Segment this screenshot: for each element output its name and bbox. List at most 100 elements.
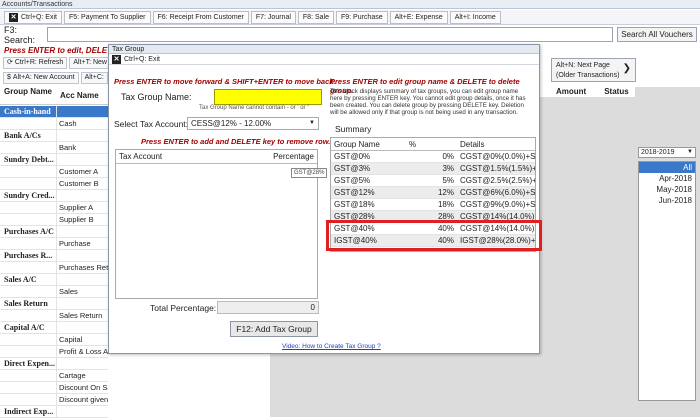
select-tax-account-dropdown[interactable]: CESS@12% - 12.00% ▼ [187,117,319,130]
summary-row[interactable]: GST@3% 3% CGST@1.5%(1.5%)+ [331,163,535,175]
ledger-account-cell: Customer B [56,178,108,189]
search-row: F3: Search: Search All Vouchers [0,25,700,45]
sale-button[interactable]: F8: Sale [297,10,334,24]
ledger-row[interactable]: Sundry Cred... [0,190,108,202]
ledger-row[interactable]: Purchases R... [0,250,108,262]
window-title: Accounts/Transactions [0,0,700,9]
ledger-account-cell [56,226,108,237]
chevron-down-icon: ▼ [309,120,315,126]
ledger-row[interactable]: Capital [0,334,108,346]
ledger-row[interactable]: Purchase [0,238,108,250]
ledger-row[interactable]: Purchases A/C [0,226,108,238]
new-account-button[interactable]: $ Alt+A: New Account [3,72,79,84]
ledger-group-cell [0,166,56,177]
ledger-group-cell: Cash-in-hand [4,107,51,116]
expense-button[interactable]: Alt+E: Expense [389,10,448,24]
year-select[interactable]: 2018-2019 ▼ [638,147,696,158]
ledger-row[interactable]: Purchases Return [0,262,108,274]
status-header: Status [604,87,629,96]
ledger-group-cell [0,334,56,345]
ledger-group-cell [0,370,56,381]
ledger-row[interactable]: Supplier A [0,202,108,214]
purchase-button[interactable]: F9: Purchase [335,10,388,24]
ledger-row[interactable]: Cash [0,118,108,130]
ledger-row[interactable]: Cash-in-hand [0,106,108,118]
account-name-header: Acc Name [60,91,99,100]
ledger-row[interactable]: Bank A/Cs [0,130,108,142]
dialog-title: Tax Group [109,45,539,54]
income-button[interactable]: Alt+I: Income [449,10,501,24]
ledger-row[interactable]: Discount given [0,394,108,406]
summary-details-cell: CGST@9%(9.0%)+S [460,200,535,209]
add-tax-group-button[interactable]: F12: Add Tax Group [230,321,318,337]
refresh-button[interactable]: ⟳ Ctrl+R: Refresh [3,57,68,69]
ledger-row[interactable]: Sales A/C [0,274,108,286]
tax-account-grid[interactable]: Tax Account Percentage [115,149,318,299]
ledger-row[interactable]: Bank [0,142,108,154]
ledger-group-cell [0,394,56,405]
ledger-account-cell: Supplier A [56,202,108,213]
summary-details-cell: CGST@2.5%(2.5%)+ [460,176,535,185]
ledger-group-cell [0,310,56,321]
ledger-row[interactable]: Customer B [0,178,108,190]
ledger-row[interactable]: Customer A [0,166,108,178]
ledger-row[interactable]: Profit & Loss A/c [0,346,108,358]
ledger-row[interactable]: Supplier B [0,214,108,226]
summary-name-cell: GST@0% [334,152,371,161]
ledger-row[interactable]: Direct Expen... [0,358,108,370]
ledger-account-cell [56,154,108,165]
month-item[interactable]: All [639,162,695,173]
ledger-account-cell: Cartage [56,370,108,381]
alt-c-button[interactable]: Alt+C: [80,72,108,84]
summary-details-cell: CGST@6%(6.0%)+S [460,188,535,197]
ledger-account-cell [56,358,108,369]
ledger-list: Cash-in-hand Cash Bank A/Cs Bank Sundry Debt… [0,106,108,418]
summary-row[interactable]: GST@12% 12% CGST@6%(6.0%)+S [331,187,535,199]
ledger-group-cell [0,346,56,357]
ledger-account-cell: Sales [56,286,108,297]
summary-name-cell: GST@3% [334,164,371,173]
ledger-account-cell: Sales Return [56,310,108,321]
total-percentage-label: Total Percentage: [150,303,217,313]
ledger-account-cell: Purchase [56,238,108,249]
exit-button[interactable]: ✕ Ctrl+Q: Exit [4,10,62,24]
summary-name-cell: GST@5% [334,176,371,185]
ledger-row[interactable]: Capital A/C [0,322,108,334]
ledger-account-cell: Bank [56,142,108,153]
search-input[interactable] [47,27,613,42]
ledger-header: Group Name Acc Name [0,87,108,105]
video-link[interactable]: Video: How to Create Tax Group ? [282,343,381,350]
percent-column: % [409,140,417,149]
ledger-row[interactable]: Sundry Debt... [0,154,108,166]
month-item[interactable]: May-2018 [639,184,695,195]
ledger-group-cell [0,382,56,393]
dialog-exit-button[interactable]: ✕ Ctrl+Q: Exit [109,54,539,65]
receipt-from-customer-button[interactable]: F6: Receipt From Customer [152,10,249,24]
summary-row[interactable]: GST@5% 5% CGST@2.5%(2.5%)+ [331,175,535,187]
tax-group-name-input[interactable] [214,89,322,105]
toolbar: ⟳ Ctrl+R: Refresh Alt+T: New Ta [0,57,121,70]
ledger-row[interactable]: Indirect Exp... [0,406,108,418]
payment-to-supplier-button[interactable]: F5: Payment To Supplier [63,10,151,24]
search-all-vouchers-button[interactable]: Search All Vouchers [617,27,697,42]
ledger-account-cell [56,298,108,309]
ledger-account-cell: Customer A [56,166,108,177]
next-page-button[interactable]: Alt+N: Next Page (Older Transactions) ❯ [551,58,636,82]
ledger-row[interactable]: Discount On Sale [0,382,108,394]
summary-row[interactable]: GST@18% 18% CGST@9%(9.0%)+S [331,199,535,211]
ledger-row[interactable]: Sales [0,286,108,298]
ledger-group-cell: Capital A/C [4,323,45,332]
journal-button[interactable]: F7: Journal [250,10,296,24]
navigation-hint: Press ENTER to move forward & SHIFT+ENTE… [114,77,336,86]
toolbar-2: $ Alt+A: New Account Alt+C: [0,72,108,85]
summary-row[interactable]: GST@0% 0% CGST@0%(0.0%)+S [331,151,535,163]
ledger-row[interactable]: Sales Return [0,310,108,322]
ledger-row[interactable]: Cartage [0,370,108,382]
summary-percent-cell: 3% [442,164,454,173]
month-item[interactable]: Apr-2018 [639,173,695,184]
month-item[interactable]: Jun-2018 [639,195,695,206]
ledger-row[interactable]: Sales Return [0,298,108,310]
add-row-hint: Press ENTER to add and DELETE key to rem… [141,137,331,146]
ledger-group-cell: Bank A/Cs [4,131,41,140]
ledger-account-cell [56,322,108,333]
